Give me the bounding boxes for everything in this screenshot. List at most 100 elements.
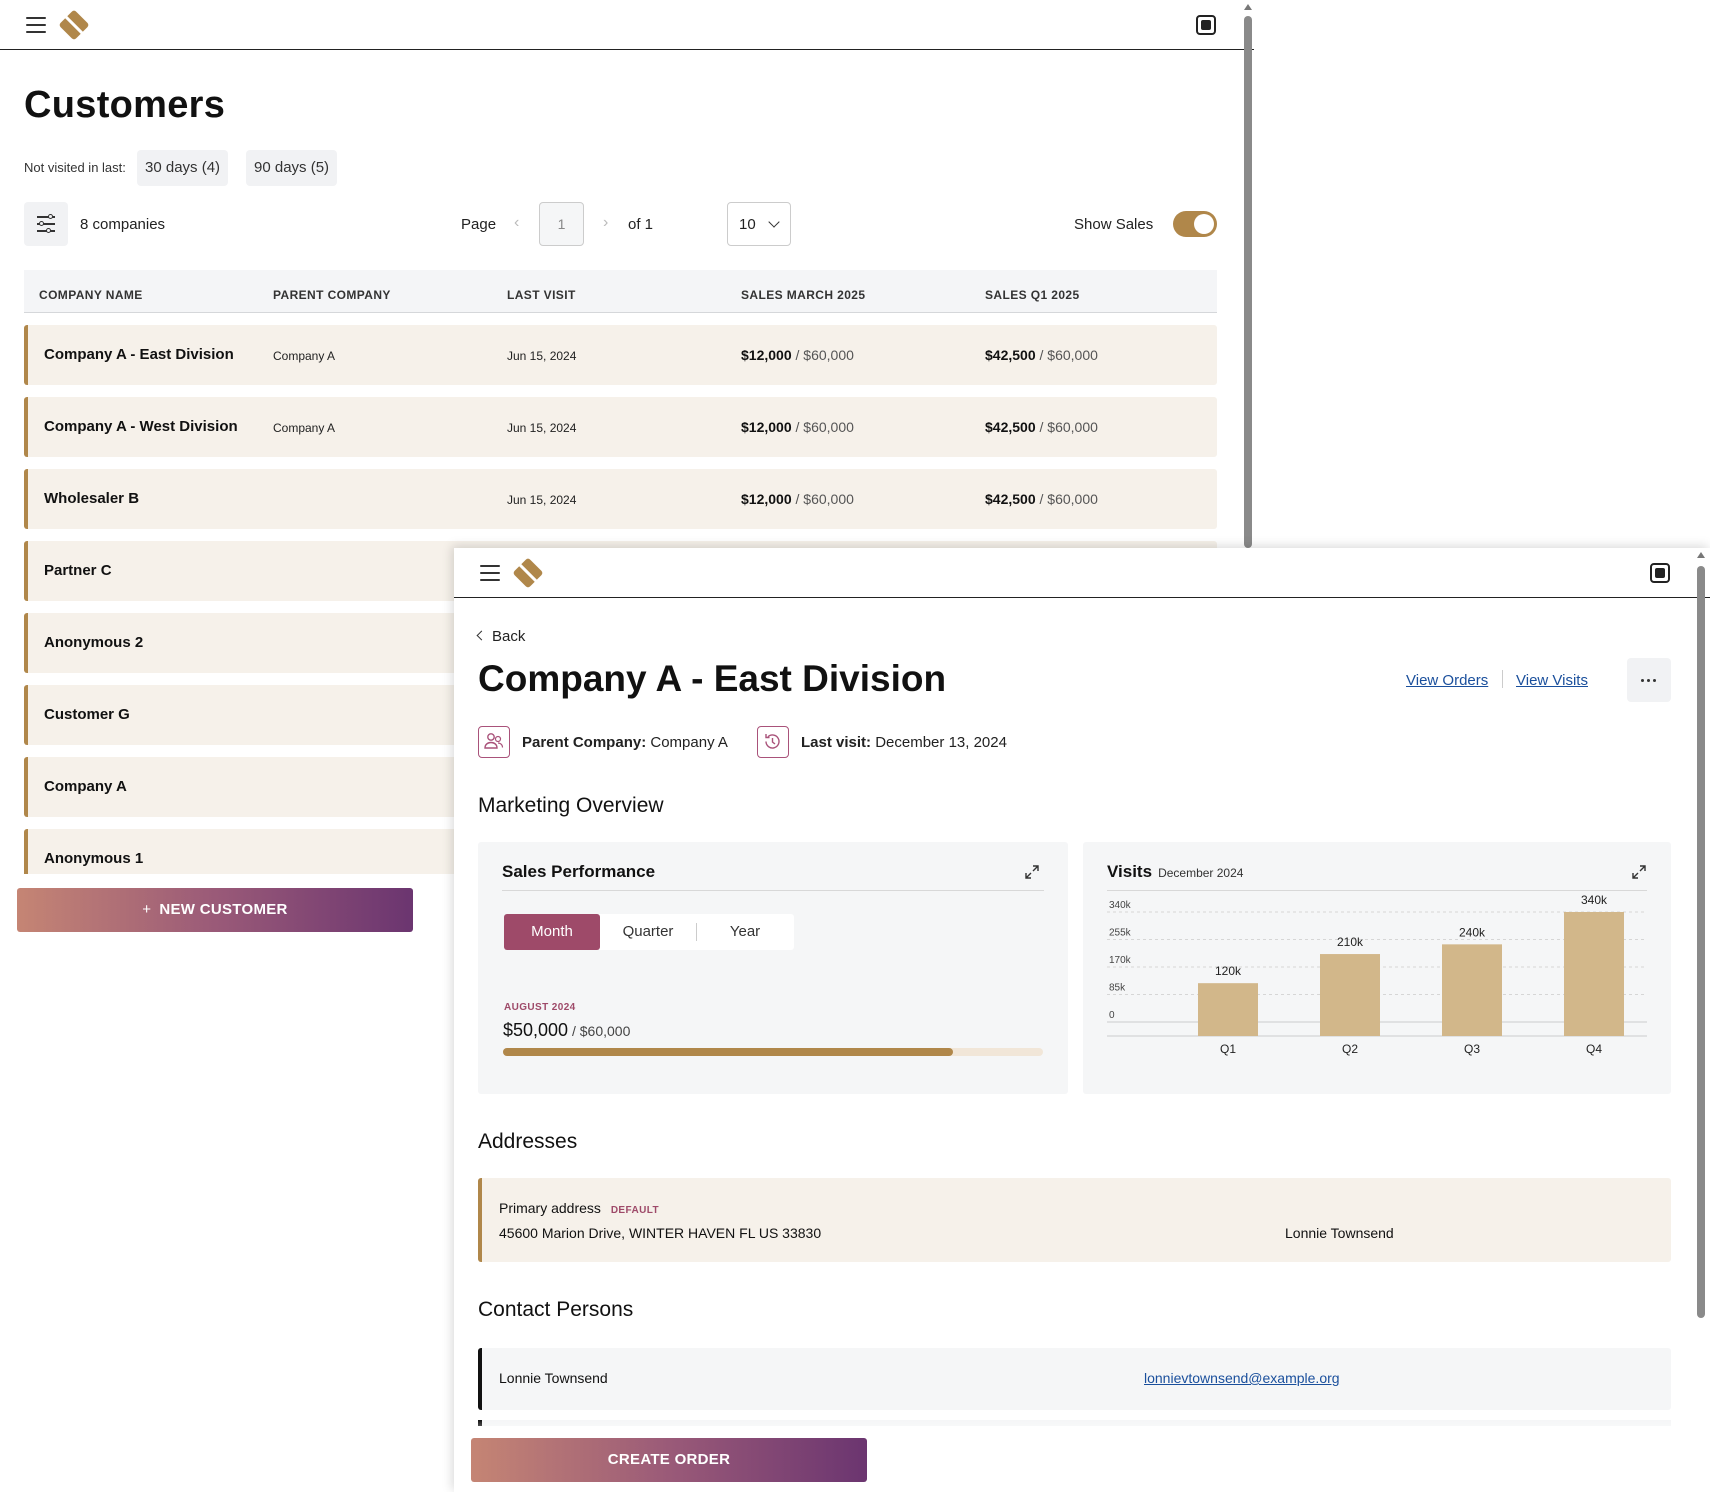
scrollbar[interactable] [1244,16,1252,548]
hamburger-icon[interactable] [480,565,500,581]
company-detail-window: Back Company A - East Division View Orde… [454,548,1710,1492]
table-row[interactable]: Company A - West Division Company A Jun … [24,397,1217,457]
sales-target: / $60,000 [791,491,854,507]
sales-target: / $60,000 [791,347,854,363]
period-segmented-control: Month Quarter Year [504,914,794,950]
create-order-button[interactable]: CREATE ORDER [471,1438,867,1482]
last-visit: Jun 15, 2024 [507,493,577,507]
y-tick-label: 255k [1109,928,1132,939]
period-label: AUGUST 2024 [504,1002,576,1013]
bar-q3[interactable] [1442,944,1502,1036]
tab-month[interactable]: Month [504,914,600,950]
window-switch-icon[interactable] [1650,563,1670,583]
scrollbar-up-arrow[interactable] [1244,4,1252,10]
contacts-heading: Contact Persons [478,1298,634,1321]
page-title: Customers [24,84,226,126]
contact-card[interactable]: Lonnie Townsend lonnievtownsend@example.… [478,1348,1671,1410]
sales-value: $42,500 [985,491,1036,507]
bar-value-label: 340k [1581,894,1608,907]
visits-bar-chart: 0 85k 170k 255k 340k 120k Q1 210k Q2 240k Q3 340k Q4 [1107,894,1647,1056]
logo-icon [58,9,90,41]
visits-title: Visits [1107,862,1153,881]
company-name: Company A - West Division [44,418,238,435]
sales-q1: $42,500 / $60,000 [985,347,1098,363]
chip-30-days[interactable]: 30 days (4) [137,150,229,186]
address-line: 45600 Marion Drive, WINTER HAVEN FL US 3… [499,1225,822,1241]
sales-performance-card: Sales Performance Month Quarter Year AUG… [478,842,1068,1094]
address-title-row: Primary address DEFAULT [499,1200,659,1216]
column-header[interactable]: SALES Q1 2025 [985,288,1080,302]
card-divider [502,890,1044,891]
show-sales-toggle[interactable] [1173,211,1217,237]
last-visit-label: Last visit: [801,734,872,751]
back-link[interactable]: Back [476,628,526,645]
window-switch-icon[interactable] [1196,15,1216,35]
sales-march: $12,000 / $60,000 [741,491,854,507]
column-header[interactable]: LAST VISIT [507,288,576,302]
chip-90-days[interactable]: 90 days (5) [246,150,338,186]
company-name: Wholesaler B [44,490,140,507]
history-icon [757,726,789,758]
sales-target: / $60,000 [1035,419,1098,435]
footer-area [0,874,454,1492]
bar-q4[interactable] [1564,912,1624,1036]
parent-company: Company A [273,421,336,435]
next-page-button[interactable]: › [603,214,608,232]
sales-progress-bar [503,1048,1043,1056]
company-count: 8 companies [80,216,166,233]
top-bar [0,0,1254,50]
contact-email-link[interactable]: lonnievtownsend@example.org [1144,1370,1340,1386]
visits-subtitle: December 2024 [1158,866,1244,880]
x-tick-label: Q1 [1220,1042,1236,1056]
table-row[interactable]: Wholesaler B Jun 15, 2024 $12,000 / $60,… [24,469,1217,529]
sales-target: / $60,000 [1035,347,1098,363]
page-size-value: 10 [739,216,756,233]
page-number-input[interactable]: 1 [539,202,584,246]
table-row[interactable]: Company A - East Division Company A Jun … [24,325,1217,385]
y-tick-label: 0 [1109,1010,1115,1021]
back-label: Back [492,628,526,645]
bar-q1[interactable] [1198,983,1258,1036]
scrollbar-up-arrow[interactable] [1697,552,1705,558]
filter-button[interactable] [24,202,68,246]
sales-value: $12,000 [741,419,792,435]
new-customer-button[interactable]: + NEW CUSTOMER [17,888,413,932]
bar-value-label: 120k [1215,964,1242,978]
x-tick-label: Q3 [1464,1042,1480,1056]
company-name: Partner C [44,562,112,579]
bar-value-label: 210k [1337,935,1364,949]
column-header[interactable]: COMPANY NAME [39,288,143,302]
company-name: Customer G [44,706,130,723]
marketing-heading: Marketing Overview [478,794,664,817]
view-orders-link[interactable]: View Orders [1406,672,1488,689]
sales-amount-target: / $60,000 [568,1023,631,1039]
y-tick-label: 170k [1109,955,1132,966]
chevron-down-icon [768,216,780,228]
expand-icon[interactable] [1631,864,1647,880]
contact-name: Lonnie Townsend [499,1370,608,1386]
tab-year[interactable]: Year [697,914,793,950]
view-visits-link[interactable]: View Visits [1516,672,1588,689]
sales-amount: $50,000 / $60,000 [503,1020,630,1041]
last-visit: Jun 15, 2024 [507,349,577,363]
visits-card: Visits December 2024 0 85k 170k 255k 340k 120k… [1083,842,1671,1094]
addresses-heading: Addresses [478,1130,578,1153]
column-header[interactable]: SALES MARCH 2025 [741,288,865,302]
scrollbar[interactable] [1697,566,1705,1318]
link-divider [1502,670,1503,688]
hamburger-icon[interactable] [26,17,46,33]
sales-march: $12,000 / $60,000 [741,347,854,363]
address-card[interactable]: Primary address DEFAULT 45600 Marion Dri… [478,1178,1671,1262]
tab-quarter[interactable]: Quarter [600,914,696,950]
page-size-select[interactable]: 10 [727,202,791,246]
more-button[interactable] [1627,658,1671,702]
expand-icon[interactable] [1024,864,1040,880]
bar-q2[interactable] [1320,954,1380,1036]
prev-page-button[interactable]: ‹ [514,214,519,232]
company-name: Anonymous 2 [44,634,144,651]
sales-march: $12,000 / $60,000 [741,419,854,435]
column-header[interactable]: PARENT COMPANY [273,288,391,302]
chevron-left-icon [476,630,487,641]
new-customer-label: NEW CUSTOMER [159,901,288,918]
plus-icon: + [142,901,152,918]
